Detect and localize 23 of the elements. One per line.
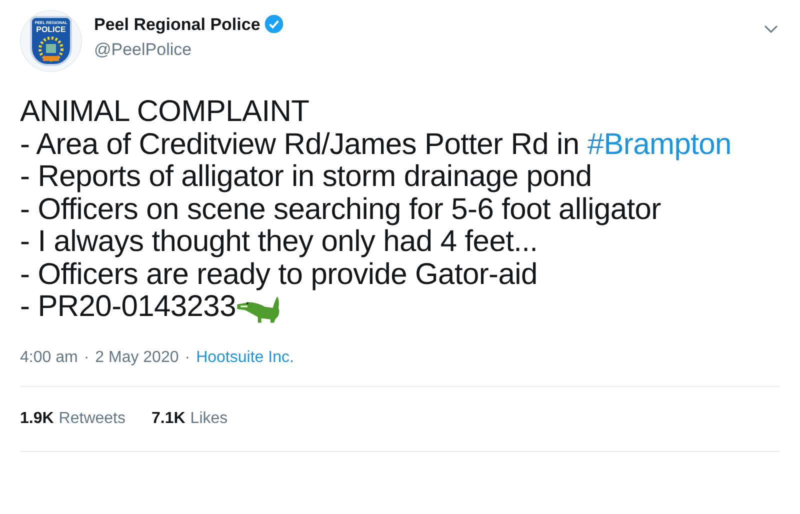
tweet-text-line: ANIMAL COMPLAINT <box>20 96 310 128</box>
account-name[interactable]: Peel Regional Police <box>94 12 260 37</box>
tweet-text-line: - PR20-0143233 <box>20 291 236 324</box>
tweet-text-line: - Officers are ready to provide Gator-aid <box>20 258 538 291</box>
stat-count[interactable]: 7.1K <box>152 406 186 430</box>
logo-text: POLICE <box>36 26 66 34</box>
source-link[interactable]: Hootsuite Inc. <box>196 346 294 370</box>
tweet-text-line: - I always thought they only had 4 feet... <box>20 226 538 258</box>
account-handle[interactable]: @PeelPolice <box>94 37 284 62</box>
hashtag-link[interactable]: #Brampton <box>587 128 732 161</box>
tweet-date: 2 May 2020 <box>95 348 179 368</box>
tweet-text-line: - Reports of alligator in storm drainage pond <box>20 161 592 194</box>
stat-label[interactable]: Retweets <box>58 406 126 430</box>
tweet-time: 4:00 am <box>20 348 78 368</box>
stat-label[interactable]: Likes <box>190 406 228 430</box>
tweet-text-line: - Officers on scene searching for 5-6 foot alligator <box>20 194 661 226</box>
alligator-icon <box>236 294 282 324</box>
stat-count[interactable]: 1.9K <box>20 406 54 430</box>
tweet-text-line: - Area of Creditview Rd/James Potter Rd in <box>20 128 580 161</box>
separator-dot: · <box>184 348 190 368</box>
crest-icon <box>37 36 65 64</box>
chevron-down-icon[interactable] <box>764 24 778 34</box>
separator-dot: · <box>84 348 90 368</box>
